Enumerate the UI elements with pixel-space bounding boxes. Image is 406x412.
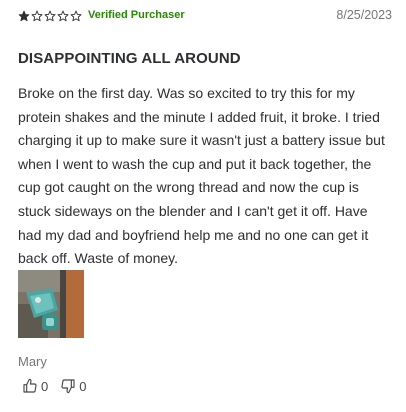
reviewer-name: Mary xyxy=(18,354,47,369)
review-title: DISAPPOINTING ALL AROUND xyxy=(18,50,241,67)
star-outline-icon xyxy=(31,10,43,22)
review-meta: Verified Purchaser 8/25/2023 xyxy=(18,7,392,25)
review-body: Broke on the first day. Was so excited t… xyxy=(18,85,385,267)
star-outline-icon xyxy=(70,10,82,22)
review-photo-image xyxy=(18,270,84,338)
review-date: 8/25/2023 xyxy=(336,8,392,22)
star-filled-icon xyxy=(18,10,30,22)
helpful-vote-button[interactable]: 0 xyxy=(22,378,48,394)
verified-purchaser-badge: Verified Purchaser xyxy=(88,9,185,21)
thumbs-down-icon xyxy=(61,379,75,394)
thumbs-up-icon xyxy=(23,378,37,393)
review-votes: 0 0 xyxy=(22,377,98,395)
star-outline-icon xyxy=(44,10,56,22)
review-photo-thumbnail[interactable] xyxy=(18,270,84,338)
unhelpful-count: 0 xyxy=(79,378,87,394)
star-outline-icon xyxy=(57,10,69,22)
star-rating xyxy=(18,7,83,25)
review-card: Verified Purchaser 8/25/2023 DISAPPOINTI… xyxy=(0,0,406,412)
helpful-count: 0 xyxy=(41,378,49,394)
unhelpful-vote-button[interactable]: 0 xyxy=(60,378,86,394)
